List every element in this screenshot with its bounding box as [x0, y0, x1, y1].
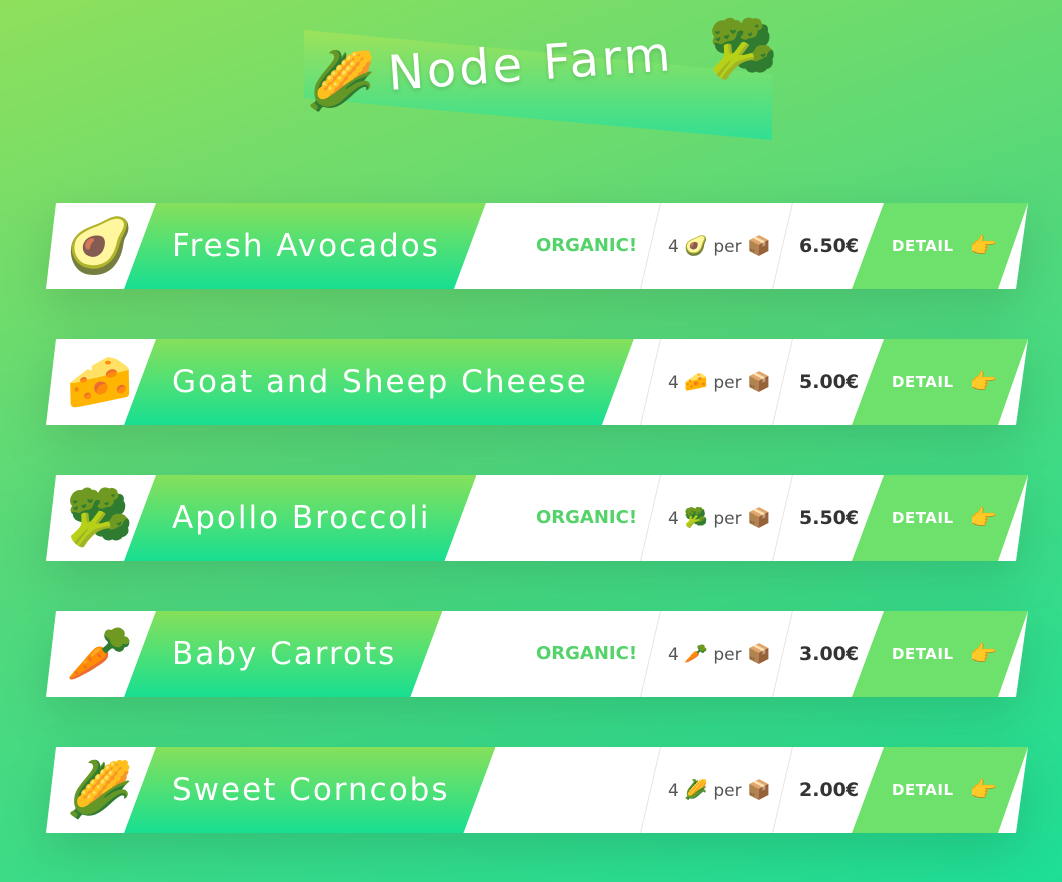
product-name-link[interactable]: Goat and Sheep Cheese	[124, 339, 634, 425]
product-image-icon: 🥦	[66, 486, 134, 549]
corn-icon: 🌽	[684, 779, 708, 801]
organic-badge: ORGANIC!	[536, 507, 638, 528]
product-image-icon: 🥑	[66, 214, 134, 277]
organic-badge: ORGANIC!	[536, 235, 638, 256]
product-name: Baby Carrots	[172, 636, 397, 672]
product-image-icon: 🧀	[66, 350, 134, 413]
product-name-link[interactable]: Fresh Avocados	[124, 203, 486, 289]
detail-label: DETAIL	[892, 237, 954, 255]
broccoli-icon: 🥦	[684, 507, 708, 529]
product-name: Goat and Sheep Cheese	[172, 364, 588, 400]
cheese-icon: 🧀	[684, 371, 708, 393]
product-card: 🥦 Apollo Broccoli ORGANIC! 4 🥦 per 📦 5.5…	[46, 475, 1028, 561]
product-quantity: 4 🥕 per 📦	[668, 643, 771, 665]
pointing-hand-icon: 👉	[969, 233, 997, 259]
pointing-hand-icon: 👉	[969, 777, 997, 803]
product-quantity: 4 🥦 per 📦	[668, 507, 771, 529]
box-icon: 📦	[746, 643, 771, 665]
detail-label: DETAIL	[892, 781, 954, 799]
pointing-hand-icon: 👉	[969, 505, 997, 531]
site-header: 🌽 Node Farm 🥦	[304, 22, 778, 140]
pointing-hand-icon: 👉	[969, 369, 997, 395]
product-quantity: 4 🧀 per 📦	[668, 371, 771, 393]
product-quantity: 4 🥑 per 📦	[668, 235, 771, 257]
product-name: Apollo Broccoli	[172, 500, 431, 536]
product-price: 6.50€	[799, 235, 860, 257]
product-card: 🌽 Sweet Corncobs 4 🌽 per 📦 2.00€ DETAIL 👉	[46, 747, 1028, 833]
box-icon: 📦	[746, 779, 771, 801]
product-image-icon: 🥕	[66, 622, 134, 685]
detail-label: DETAIL	[892, 509, 954, 527]
detail-label: DETAIL	[892, 373, 954, 391]
product-name-link[interactable]: Sweet Corncobs	[124, 747, 495, 833]
box-icon: 📦	[746, 371, 771, 393]
product-price: 5.00€	[799, 371, 860, 393]
product-name-link[interactable]: Apollo Broccoli	[124, 475, 476, 561]
product-card: 🧀 Goat and Sheep Cheese 4 🧀 per 📦 5.00€ …	[46, 339, 1028, 425]
carrot-icon: 🥕	[684, 643, 708, 665]
pointing-hand-icon: 👉	[969, 641, 997, 667]
organic-badge: ORGANIC!	[536, 643, 638, 664]
product-name: Fresh Avocados	[172, 228, 440, 264]
box-icon: 📦	[746, 235, 771, 257]
product-price: 5.50€	[799, 507, 860, 529]
product-card: 🥕 Baby Carrots ORGANIC! 4 🥕 per 📦 3.00€ …	[46, 611, 1028, 697]
product-name: Sweet Corncobs	[172, 772, 450, 808]
product-quantity: 4 🌽 per 📦	[668, 779, 771, 801]
product-price: 2.00€	[799, 779, 860, 801]
product-image-icon: 🌽	[66, 758, 134, 821]
box-icon: 📦	[746, 507, 771, 529]
broccoli-icon: 🥦	[708, 17, 778, 82]
product-name-link[interactable]: Baby Carrots	[124, 611, 442, 697]
product-card: 🥑 Fresh Avocados ORGANIC! 4 🥑 per 📦 6.50…	[46, 203, 1028, 289]
corn-icon: 🌽	[306, 49, 376, 114]
product-price: 3.00€	[799, 643, 860, 665]
detail-label: DETAIL	[892, 645, 954, 663]
avocado-icon: 🥑	[684, 235, 708, 257]
